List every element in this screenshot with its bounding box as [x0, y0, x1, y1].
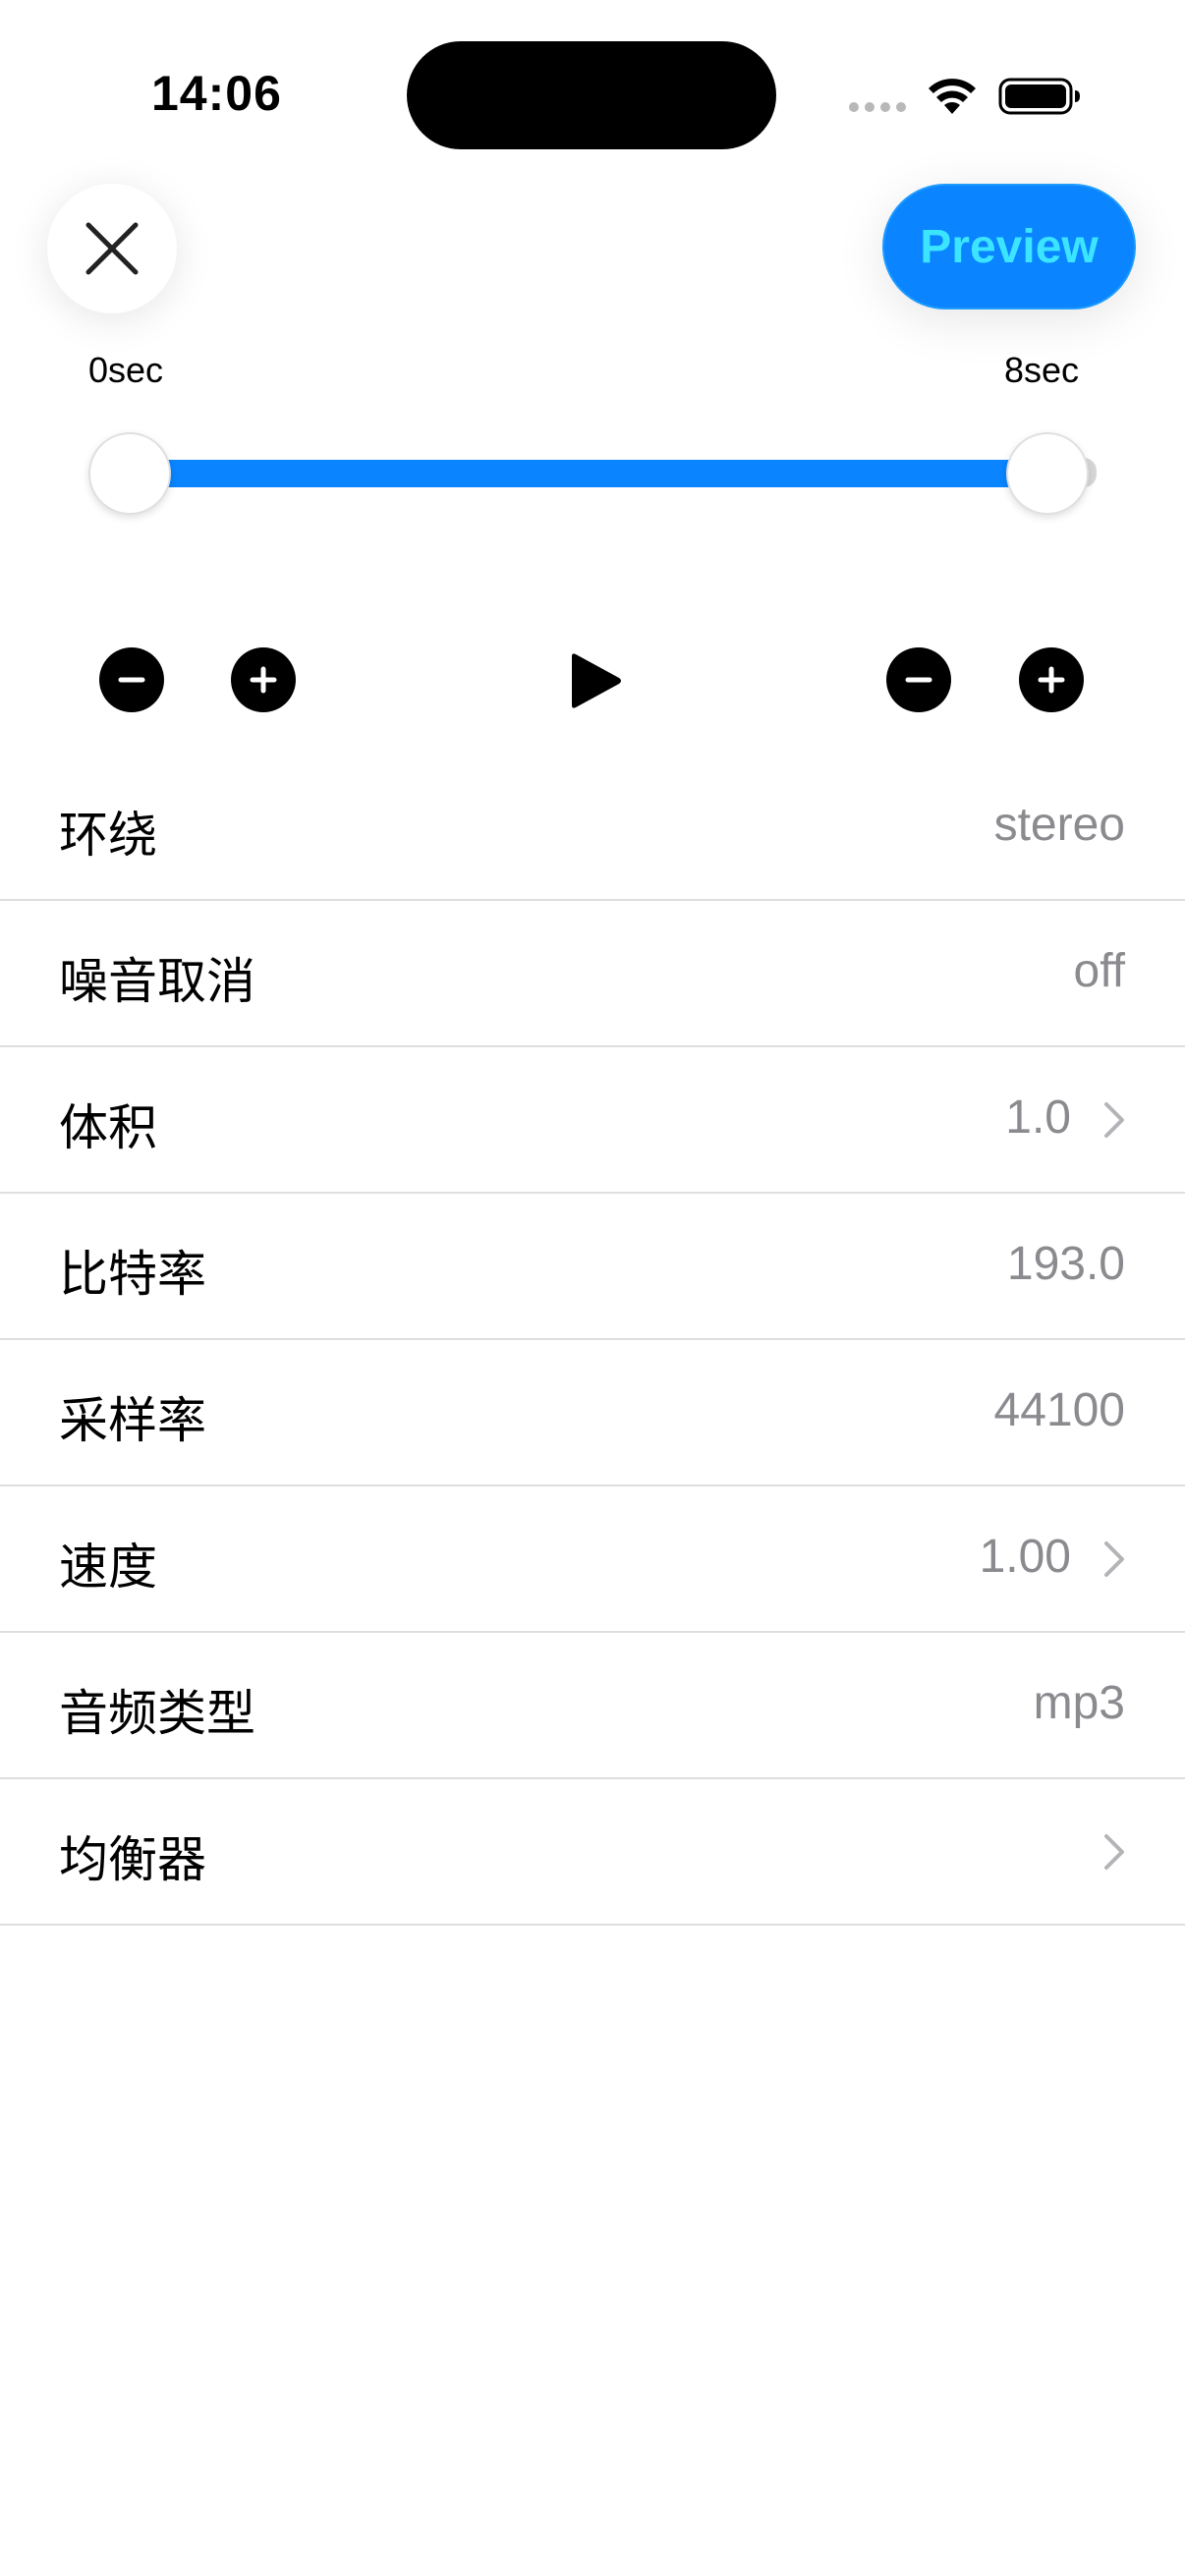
wifi-icon	[929, 79, 976, 114]
settings-row-label: 速度	[59, 1539, 157, 1596]
chevron-right-icon	[1104, 1102, 1124, 1138]
start-increase-button[interactable]	[231, 647, 296, 712]
chevron-right-icon	[1104, 1541, 1124, 1577]
trim-end-handle[interactable]	[1006, 432, 1089, 515]
settings-row-value: off	[1073, 945, 1126, 997]
battery-icon	[998, 78, 1080, 115]
trim-start-label: 0sec	[88, 350, 164, 390]
trim-range-fill	[130, 460, 1045, 487]
trim-start-handle[interactable]	[88, 432, 171, 515]
settings-row-surround[interactable]: 环绕 stereo	[0, 755, 1185, 901]
settings-row-value: 44100	[993, 1384, 1125, 1436]
cellular-signal-icon	[849, 102, 906, 112]
trim-end-label: 8sec	[1004, 350, 1080, 390]
settings-row-label: 比特率	[59, 1246, 206, 1303]
plus-icon	[1038, 666, 1065, 694]
settings-row-sample-rate[interactable]: 采样率 44100	[0, 1340, 1185, 1486]
settings-row-volume[interactable]: 体积 1.0	[0, 1047, 1185, 1194]
dynamic-island	[407, 41, 776, 149]
settings-row-bitrate[interactable]: 比特率 193.0	[0, 1194, 1185, 1340]
close-icon	[85, 222, 139, 275]
chevron-right-icon	[1104, 1834, 1124, 1870]
status-time: 14:06	[151, 66, 282, 121]
close-button[interactable]	[47, 184, 177, 313]
settings-row-label: 环绕	[59, 807, 157, 864]
settings-row-value: mp3	[1033, 1677, 1125, 1729]
start-decrease-button[interactable]	[99, 647, 164, 712]
audio-settings-list: 环绕 stereo 噪音取消 off 体积 1.0 比特率 193.0 采样率 …	[0, 755, 1185, 1926]
end-decrease-button[interactable]	[886, 647, 951, 712]
plus-icon	[250, 666, 277, 694]
settings-row-speed[interactable]: 速度 1.00	[0, 1486, 1185, 1633]
settings-row-value: 1.00	[979, 1531, 1071, 1583]
settings-row-audio-type[interactable]: 音频类型 mp3	[0, 1633, 1185, 1779]
minus-icon	[118, 677, 145, 683]
settings-row-value: 193.0	[1006, 1238, 1125, 1290]
play-icon[interactable]	[568, 652, 623, 709]
settings-row-equalizer[interactable]: 均衡器	[0, 1779, 1185, 1926]
end-increase-button[interactable]	[1019, 647, 1084, 712]
preview-button[interactable]: Preview	[882, 184, 1136, 309]
settings-row-value: stereo	[993, 799, 1125, 851]
settings-row-noise-cancel[interactable]: 噪音取消 off	[0, 901, 1185, 1047]
settings-row-label: 均衡器	[59, 1831, 206, 1888]
settings-row-label: 噪音取消	[59, 953, 255, 1010]
minus-icon	[905, 677, 932, 683]
settings-row-label: 采样率	[59, 1392, 206, 1449]
settings-row-label: 体积	[59, 1099, 157, 1156]
settings-row-value: 1.0	[1005, 1092, 1071, 1144]
settings-row-label: 音频类型	[59, 1685, 255, 1742]
